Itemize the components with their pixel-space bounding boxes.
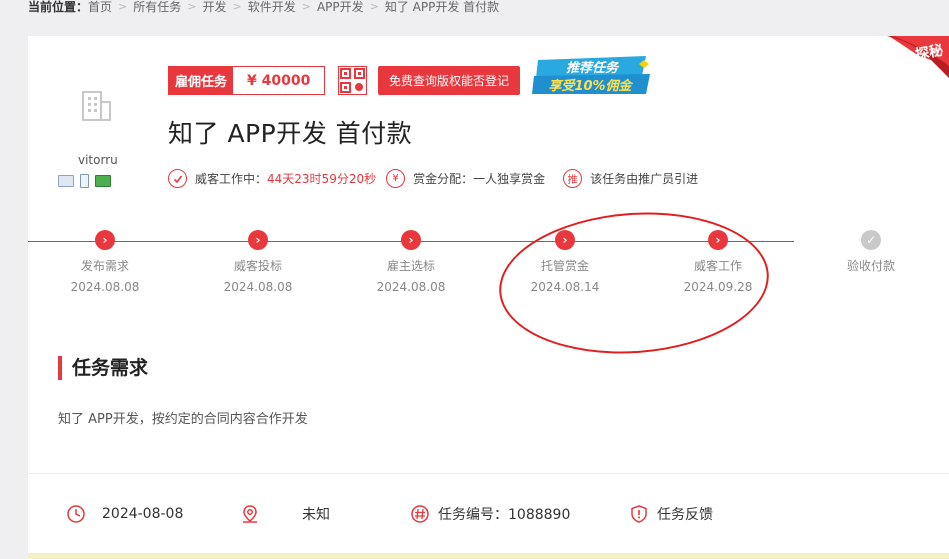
timeline-step: › 雇主选标 2024.08.08 <box>351 230 471 294</box>
timeline-step: › 发布需求 2024.08.08 <box>45 230 165 294</box>
reward-distribution: 赏金分配：一人独享赏金 <box>413 172 546 186</box>
timeline-step-date: 2024.08.08 <box>223 280 293 294</box>
requirement-heading: 任务需求 <box>58 356 148 380</box>
task-detail-card: 探秘 vitorru 雇佣任务 ¥ 40000 免费查询版权能否登记 推荐任务 … <box>28 36 949 556</box>
promo-line1: 推荐任务 <box>566 60 620 76</box>
breadcrumb-app-dev[interactable]: APP开发 <box>317 0 364 15</box>
employer-badges <box>58 174 111 188</box>
timeline-step-label: 威客投标 <box>233 259 282 273</box>
task-number-value: 任务编号：1088890 <box>438 507 571 523</box>
qr-code-icon[interactable] <box>338 66 367 95</box>
timeline-step-date: 2024.08.08 <box>70 280 140 294</box>
timeline-step: ✓ 验收付款 <box>811 230 931 280</box>
promo-banner[interactable]: 推荐任务 享受10%佣金 <box>532 54 652 96</box>
working-label: 威客工作中： <box>195 172 268 186</box>
task-number: 任务编号：1088890 <box>410 504 570 524</box>
shield-alert-icon <box>631 505 647 523</box>
employer-username[interactable]: vitorru <box>78 153 118 167</box>
building-icon <box>82 91 111 121</box>
breadcrumb-home[interactable]: 首页 <box>88 0 112 15</box>
check-icon: ✓ <box>861 230 881 250</box>
id-card-icon <box>58 175 74 187</box>
task-info-row: 2024-08-08 未知 任务编号：1088890 任务反馈 <box>28 496 949 532</box>
chevron-right-icon: > <box>118 0 128 13</box>
working-status: 威客工作中：44天23时59分20秒 <box>195 170 376 187</box>
breadcrumb-dev[interactable]: 开发 <box>202 0 226 15</box>
breadcrumb-all-tasks[interactable]: 所有任务 <box>133 0 181 15</box>
chevron-right-icon: > <box>301 0 311 13</box>
divider <box>28 473 949 474</box>
phone-icon <box>80 174 89 188</box>
referral-icon: 推 <box>563 169 583 188</box>
timeline-step-date: 2024.08.08 <box>376 280 446 294</box>
check-circle-icon <box>168 169 187 188</box>
breadcrumb: 当前位置： 首页 > 所有任务 > 开发 > 软件开发 > APP开发 > 知了… <box>28 0 499 16</box>
explore-ribbon[interactable]: 探秘 <box>859 36 949 96</box>
hash-icon <box>411 505 429 523</box>
publish-date: 2024-08-08 <box>66 504 183 524</box>
chevron-right-icon: > <box>369 0 379 13</box>
task-price: ¥ 40000 <box>247 72 311 89</box>
breadcrumb-software-dev[interactable]: 软件开发 <box>248 0 296 15</box>
chevron-right-icon: › <box>95 230 115 250</box>
timeline-step-label: 雇主选标 <box>386 259 435 273</box>
copyright-check-button[interactable]: 免费查询版权能否登记 <box>378 66 521 95</box>
bank-card-icon <box>95 175 111 187</box>
requirement-text: 知了 APP开发，按约定的合同内容合作开发 <box>58 412 308 427</box>
timeline-step-label: 验收付款 <box>846 259 895 273</box>
location: 未知 <box>240 504 330 524</box>
chevron-right-icon: > <box>232 0 242 13</box>
task-title: 知了 APP开发 首付款 <box>168 119 413 148</box>
chevron-right-icon: › <box>401 230 421 250</box>
breadcrumb-current: 知了 APP开发 首付款 <box>384 0 500 14</box>
annotation-ellipse <box>494 203 774 363</box>
employer-avatar[interactable] <box>78 88 114 124</box>
promo-graphic: 推荐任务 享受10%佣金 <box>532 56 650 94</box>
task-meta-row: 威客工作中：44天23时59分20秒 ¥ 赏金分配：一人独享赏金 推 该任务由推… <box>168 169 698 188</box>
publish-date-value: 2024-08-08 <box>102 506 184 522</box>
timeline-step: › 威客投标 2024.08.08 <box>198 230 318 294</box>
breadcrumb-label: 当前位置： <box>28 0 89 14</box>
chevron-right-icon: > <box>187 0 197 13</box>
chevron-right-icon: › <box>248 230 268 250</box>
task-type-price: 雇佣任务 ¥ 40000 <box>168 66 326 95</box>
timeline-step-label: 发布需求 <box>80 259 129 273</box>
clock-icon <box>67 505 85 523</box>
yen-icon: ¥ <box>386 169 406 188</box>
bottom-strip <box>28 553 949 559</box>
task-feedback-label: 任务反馈 <box>657 507 713 523</box>
promo-line2: 享受10%佣金 <box>548 78 633 94</box>
task-type-label: 雇佣任务 <box>169 67 234 94</box>
location-value: 未知 <box>302 507 330 523</box>
task-feedback[interactable]: 任务反馈 <box>629 504 713 524</box>
location-pin-icon <box>243 505 257 523</box>
task-progress-timeline: › 发布需求 2024.08.08 › 威客投标 2024.08.08 › 雇主… <box>28 230 949 310</box>
referral-note: 该任务由推广员引进 <box>590 172 699 186</box>
countdown: 44天23时59分20秒 <box>267 172 377 186</box>
